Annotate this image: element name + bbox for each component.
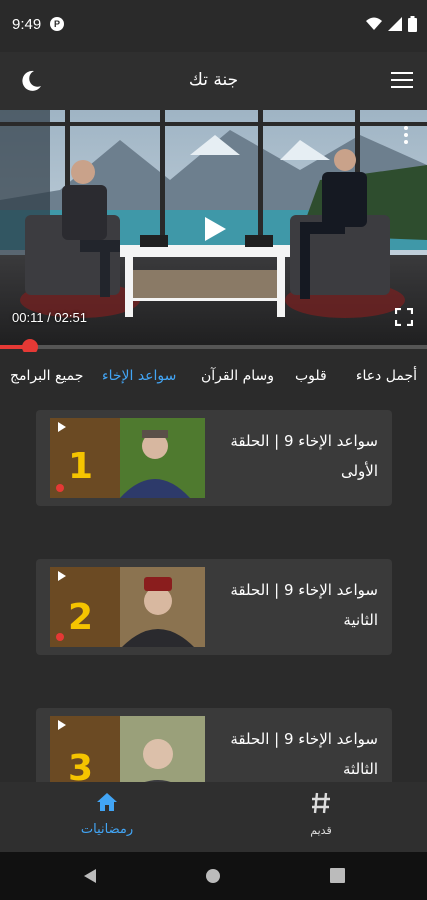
wifi-icon: [366, 17, 382, 30]
back-icon[interactable]: [82, 868, 98, 884]
tab-all-programs[interactable]: جميع البرامج: [10, 368, 83, 384]
episode-number: 1: [68, 446, 93, 487]
play-icon[interactable]: [203, 216, 227, 242]
episode-thumbnail: 1: [50, 418, 205, 498]
status-badge: P: [50, 17, 64, 31]
seek-bar[interactable]: [0, 339, 427, 355]
bottom-nav: رمضانيات قديم: [0, 782, 427, 852]
app-bar: جنة تك: [0, 52, 427, 110]
tab-quloob[interactable]: قلوب: [295, 368, 327, 384]
status-time: 9:49: [12, 16, 42, 33]
nav-label: قديم: [310, 824, 332, 837]
episode-title: سواعد الإخاء 9 | الحلقة الثانية: [230, 581, 378, 629]
nav-label: رمضانيات: [80, 822, 134, 837]
video-player[interactable]: 00:11 / 02:51: [0, 110, 427, 347]
menu-icon[interactable]: [391, 72, 413, 90]
status-bar: 9:49 P: [0, 0, 427, 52]
tab-best-dua[interactable]: أجمل دعاء: [356, 368, 417, 384]
recents-icon[interactable]: [330, 868, 345, 883]
signal-icon: [388, 17, 402, 31]
episode-card[interactable]: 1 سواعد الإخاء 9 | الحلقة الأولى: [36, 410, 392, 506]
app-title: جنة تك: [188, 70, 239, 90]
tab-wesam-quran[interactable]: وسام القرآن: [201, 368, 274, 384]
episode-title: سواعد الإخاء 9 | الحلقة الأولى: [230, 432, 378, 480]
battery-icon: [408, 16, 417, 32]
episode-number: 2: [68, 597, 93, 638]
tab-sawaed-alikhaa[interactable]: سواعد الإخاء: [102, 368, 176, 384]
status-icons: [366, 16, 417, 32]
hash-icon: [312, 792, 330, 814]
nav-ramadaniyat[interactable]: رمضانيات: [47, 792, 167, 837]
system-nav-bar: [0, 852, 427, 900]
episode-card[interactable]: 2 سواعد الإخاء 9 | الحلقة الثانية: [36, 559, 392, 655]
fullscreen-icon[interactable]: [395, 308, 413, 326]
more-options-icon[interactable]: [403, 126, 409, 146]
home-icon: [97, 793, 117, 811]
nav-qadeem[interactable]: قديم: [261, 792, 381, 837]
playback-time: 00:11 / 02:51: [12, 310, 87, 325]
episode-title: سواعد الإخاء 9 | الحلقة الثالثة: [230, 730, 378, 778]
category-tabs: أجمل دعاء قلوب وسام القرآن سواعد الإخاء …: [0, 352, 427, 404]
episode-thumbnail: 2: [50, 567, 205, 647]
home-circle-icon[interactable]: [205, 868, 221, 884]
